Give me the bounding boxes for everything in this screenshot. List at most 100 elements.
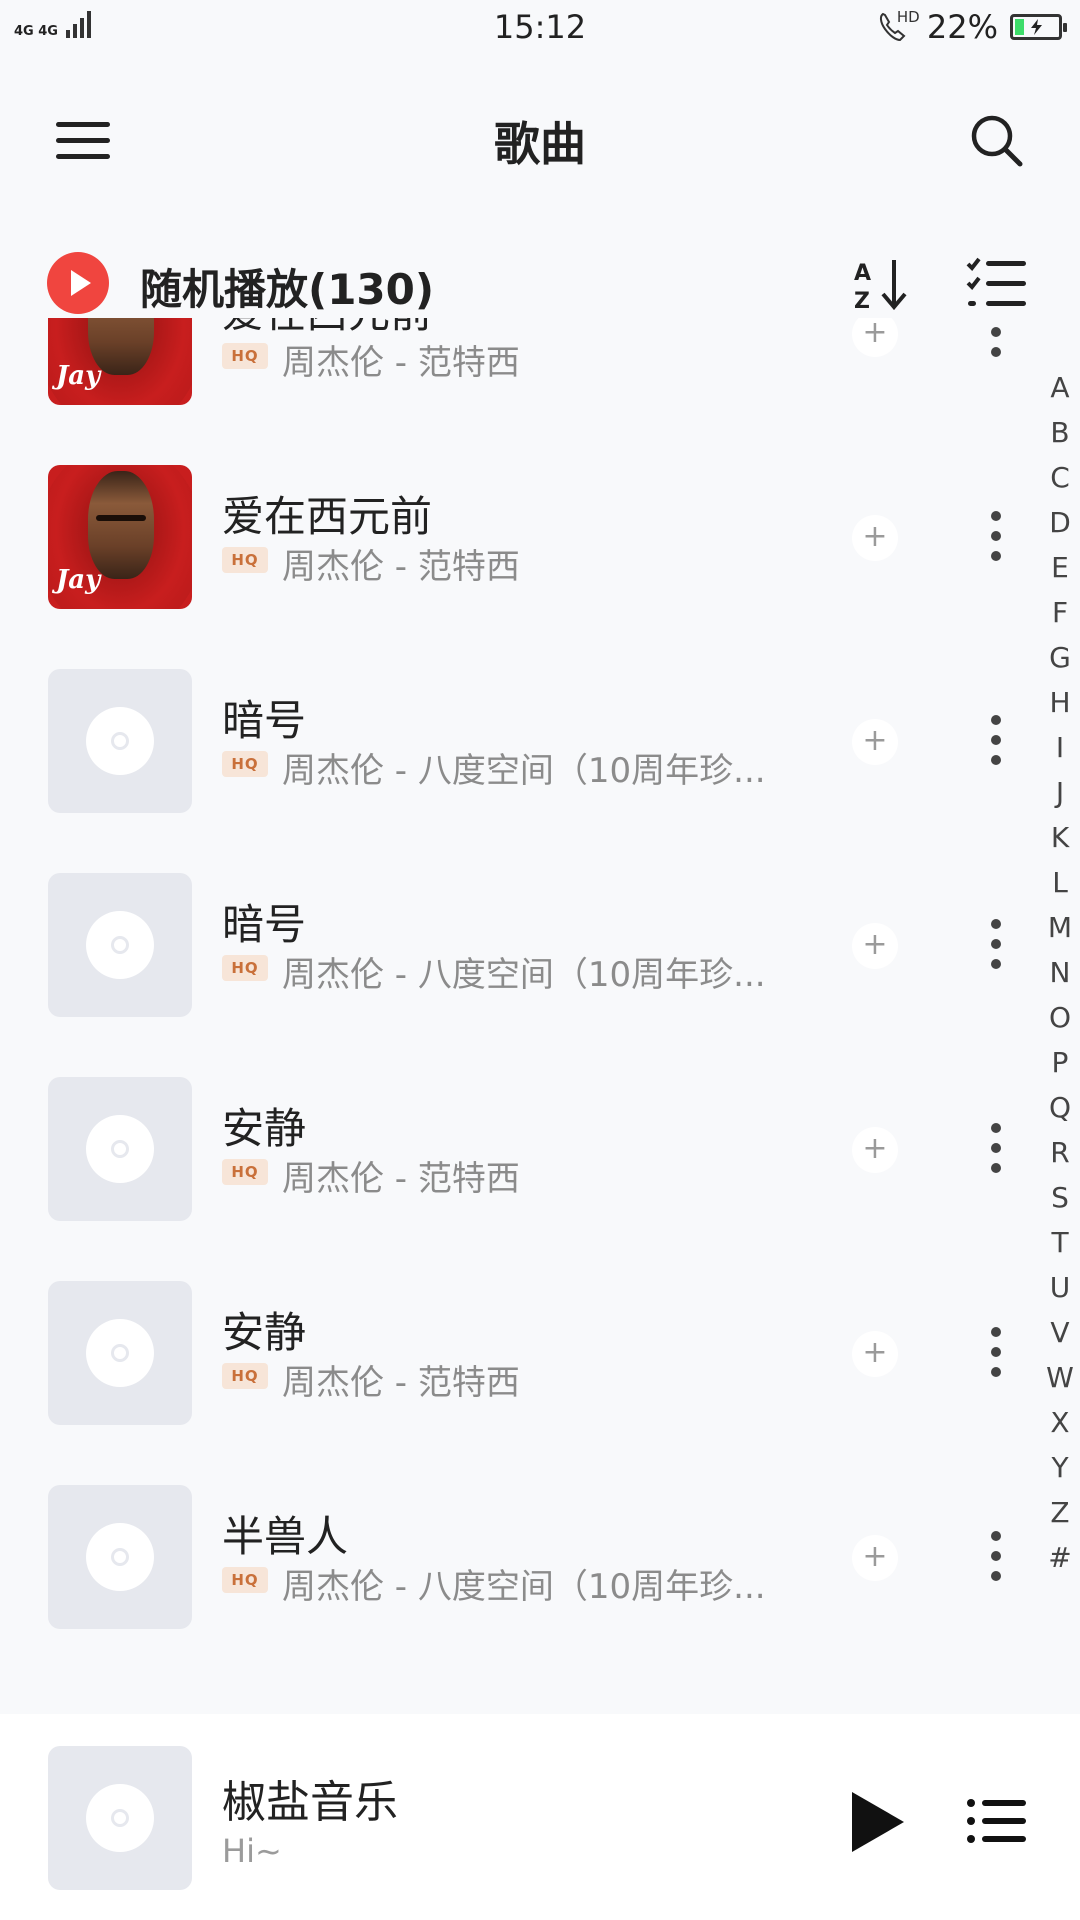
hq-badge: HQ <box>222 547 268 573</box>
hq-badge: HQ <box>222 955 268 981</box>
status-right: HD 22% <box>877 8 1067 46</box>
add-to-playlist-button[interactable]: + <box>852 719 898 765</box>
hq-badge: HQ <box>222 751 268 777</box>
alphabet-letter[interactable]: I <box>1040 725 1080 770</box>
alphabet-letter[interactable]: J <box>1040 770 1080 815</box>
song-artist-album: 周杰伦 - 范特西 <box>282 1159 520 1199</box>
alphabet-letter[interactable]: X <box>1040 1400 1080 1445</box>
song-title: 暗号 <box>222 900 307 949</box>
battery-fill <box>1015 19 1024 35</box>
mini-player-title[interactable]: 椒盐音乐 <box>222 1766 398 1830</box>
play-icon[interactable] <box>852 1792 904 1852</box>
song-cover[interactable] <box>48 669 192 813</box>
hd-label: HD <box>896 8 920 26</box>
add-to-playlist-button[interactable]: + <box>852 515 898 561</box>
alphabet-letter[interactable]: Q <box>1040 1085 1080 1130</box>
add-to-playlist-button[interactable]: + <box>852 1127 898 1173</box>
alphabet-letter[interactable]: C <box>1040 455 1080 500</box>
add-to-playlist-button[interactable]: + <box>852 923 898 969</box>
more-vertical-icon[interactable] <box>984 1327 1008 1379</box>
alphabet-letter[interactable]: A <box>1040 365 1080 410</box>
more-vertical-icon[interactable] <box>984 318 1008 359</box>
alphabet-letter[interactable]: F <box>1040 590 1080 635</box>
alphabet-letter[interactable]: O <box>1040 995 1080 1040</box>
checklist-icon[interactable] <box>966 256 1028 312</box>
disc-icon <box>86 1319 154 1387</box>
play-circle-icon[interactable] <box>47 252 109 314</box>
alphabet-letter[interactable]: S <box>1040 1175 1080 1220</box>
alphabet-letter[interactable]: U <box>1040 1265 1080 1310</box>
add-to-playlist-button[interactable]: + <box>852 1535 898 1581</box>
song-row[interactable]: Jay 爱在西元前 HQ 周杰伦 - 范特西 + <box>0 435 1040 639</box>
alphabet-letter[interactable]: T <box>1040 1220 1080 1265</box>
song-cover[interactable] <box>48 1281 192 1425</box>
alphabet-letter[interactable]: W <box>1040 1355 1080 1400</box>
alphabet-letter[interactable]: K <box>1040 815 1080 860</box>
status-bar: 4G 4G 15:12 HD 22% <box>0 0 1080 58</box>
album-art-text: Jay <box>56 565 101 595</box>
alphabet-index[interactable]: A B C D E F G H I J K L M N O P Q R S T U V W X Y Z # <box>1040 365 1080 1580</box>
more-vertical-icon[interactable] <box>984 919 1008 971</box>
battery-percent: 22% <box>926 8 998 46</box>
alphabet-letter[interactable]: M <box>1040 905 1080 950</box>
song-cover[interactable]: Jay <box>48 318 192 405</box>
hq-badge: HQ <box>222 1567 268 1593</box>
shuffle-play-label[interactable]: 随机播放(130) <box>140 256 434 317</box>
album-art: Jay <box>48 465 192 609</box>
disc-icon <box>86 1784 154 1852</box>
song-artist-album: 周杰伦 - 八度空间（10周年珍... <box>282 1567 766 1607</box>
song-title: 安静 <box>222 1104 307 1153</box>
disc-icon <box>86 911 154 979</box>
song-title: 爱在西元前 <box>222 492 433 541</box>
alphabet-letter[interactable]: H <box>1040 680 1080 725</box>
alphabet-letter[interactable]: G <box>1040 635 1080 680</box>
album-art: Jay <box>48 318 192 405</box>
song-artist-album: 周杰伦 - 范特西 <box>282 343 520 383</box>
add-to-playlist-button[interactable]: + <box>852 1331 898 1377</box>
song-artist-album: 周杰伦 - 八度空间（10周年珍... <box>282 751 766 791</box>
more-vertical-icon[interactable] <box>984 1531 1008 1583</box>
alphabet-letter[interactable]: D <box>1040 500 1080 545</box>
alphabet-letter[interactable]: R <box>1040 1130 1080 1175</box>
search-icon[interactable] <box>968 112 1024 168</box>
song-row[interactable]: 暗号 HQ 周杰伦 - 八度空间（10周年珍... + <box>0 843 1040 1047</box>
playlist-icon[interactable] <box>966 1798 1028 1844</box>
alphabet-letter[interactable]: N <box>1040 950 1080 995</box>
more-vertical-icon[interactable] <box>984 715 1008 767</box>
more-vertical-icon[interactable] <box>984 1123 1008 1175</box>
song-cover[interactable] <box>48 1077 192 1221</box>
disc-icon <box>86 1523 154 1591</box>
alphabet-letter[interactable]: Y <box>1040 1445 1080 1490</box>
song-row[interactable]: 暗号 HQ 周杰伦 - 八度空间（10周年珍... + <box>0 639 1040 843</box>
sort-letter-a: A <box>854 261 871 286</box>
song-cover[interactable] <box>48 1485 192 1629</box>
shuffle-play-row: 随机播放(130) A Z <box>0 248 1080 318</box>
battery-icon <box>1010 14 1067 40</box>
alphabet-letter[interactable]: # <box>1040 1535 1080 1580</box>
mini-player-cover[interactable] <box>48 1746 192 1890</box>
alphabet-letter[interactable]: B <box>1040 410 1080 455</box>
alphabet-letter[interactable]: E <box>1040 545 1080 590</box>
album-art-text: Jay <box>56 361 101 391</box>
disc-icon <box>86 707 154 775</box>
sort-letter-z: Z <box>854 289 870 314</box>
song-row[interactable]: Jay 爱在西元前 HQ 周杰伦 - 范特西 + <box>0 318 1040 435</box>
alphabet-letter[interactable]: V <box>1040 1310 1080 1355</box>
song-cover[interactable]: Jay <box>48 465 192 609</box>
alphabet-letter[interactable]: P <box>1040 1040 1080 1085</box>
add-to-playlist-button[interactable]: + <box>852 318 898 357</box>
hq-badge: HQ <box>222 1363 268 1389</box>
song-title: 安静 <box>222 1308 307 1357</box>
song-artist-album: 周杰伦 - 范特西 <box>282 1363 520 1403</box>
alphabet-letter[interactable]: L <box>1040 860 1080 905</box>
alphabet-letter[interactable]: Z <box>1040 1490 1080 1535</box>
song-cover[interactable] <box>48 873 192 1017</box>
more-vertical-icon[interactable] <box>984 511 1008 563</box>
song-row[interactable]: 安静 HQ 周杰伦 - 范特西 + <box>0 1251 1040 1455</box>
sort-az-icon[interactable]: A Z <box>850 254 910 314</box>
mini-player-subtitle: Hi~ <box>222 1832 282 1870</box>
mini-player[interactable]: 椒盐音乐 Hi~ <box>0 1714 1080 1920</box>
song-list[interactable]: Jay 爱在西元前 HQ 周杰伦 - 范特西 + Jay 爱在西元前 HQ 周杰… <box>0 318 1040 1714</box>
song-row[interactable]: 安静 HQ 周杰伦 - 范特西 + <box>0 1047 1040 1251</box>
song-row[interactable]: 半兽人 HQ 周杰伦 - 八度空间（10周年珍... + <box>0 1455 1040 1659</box>
